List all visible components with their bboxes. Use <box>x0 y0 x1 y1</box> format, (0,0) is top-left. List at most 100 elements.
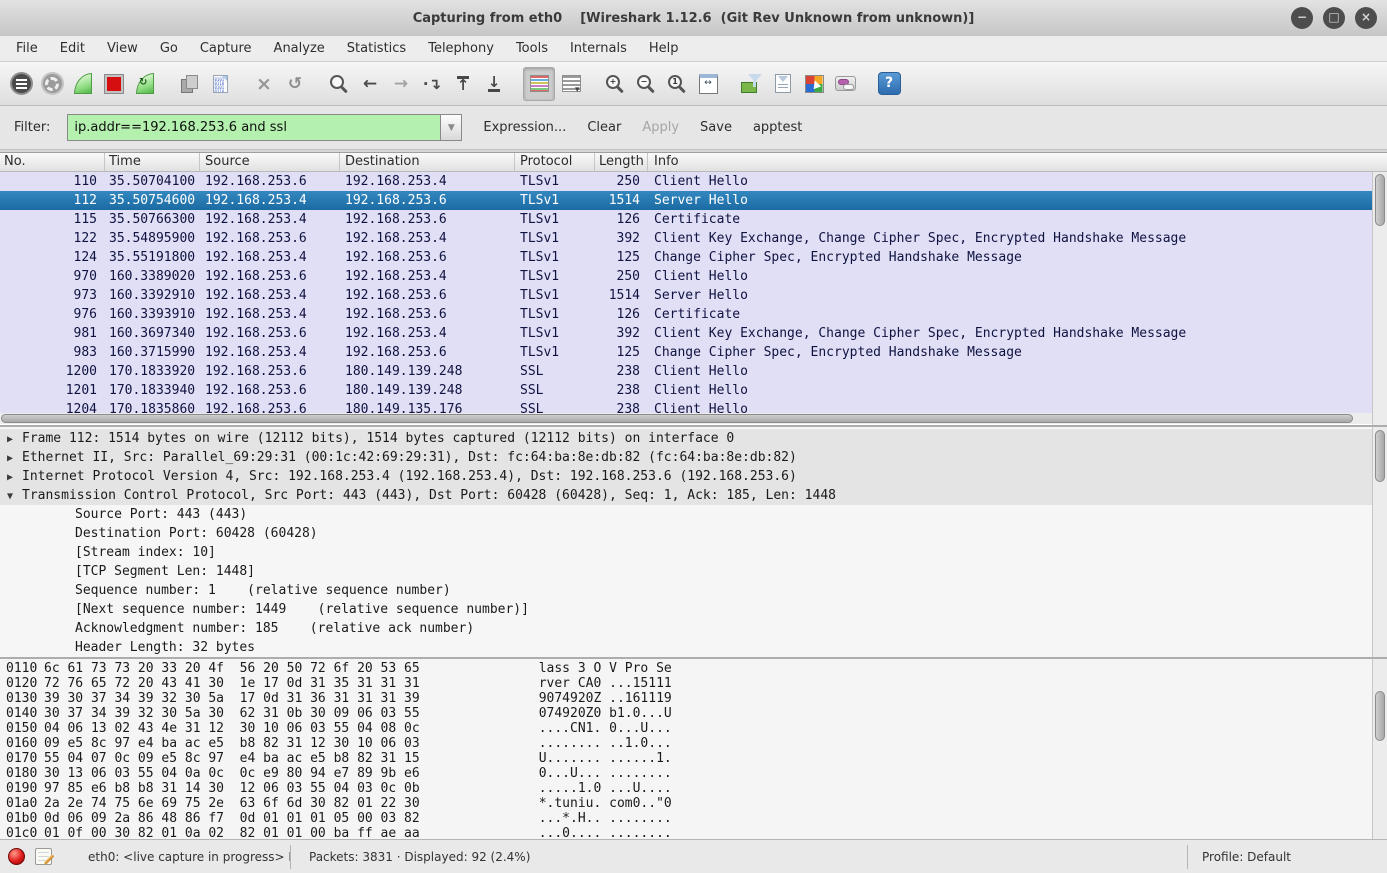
save-button[interactable]: Save <box>700 120 732 135</box>
menu-item-edit[interactable]: Edit <box>49 36 96 61</box>
hex-row[interactable]: 013039 30 37 34 39 32 30 5a 17 0d 31 36 … <box>0 691 1372 706</box>
detail-row[interactable]: Destination Port: 60428 (60428) <box>0 524 1372 543</box>
packet-row[interactable]: 973160.3392910192.168.253.4192.168.253.6… <box>0 286 1372 305</box>
column-header-no[interactable]: No. <box>0 153 105 171</box>
stop-capture-button[interactable] <box>99 68 129 100</box>
expert-info-icon[interactable] <box>8 848 25 865</box>
detail-row[interactable]: [Next sequence number: 1449 (relative se… <box>0 600 1372 619</box>
menu-item-capture[interactable]: Capture <box>189 36 263 61</box>
hex-row[interactable]: 019097 85 e6 b8 b8 31 14 30 12 06 03 55 … <box>0 781 1372 796</box>
vertical-scrollbar-thumb[interactable] <box>1375 174 1385 226</box>
hex-row[interactable]: 01a02a 2e 74 75 6e 69 75 2e 63 6f 6d 30 … <box>0 796 1372 811</box>
column-header-protocol[interactable]: Protocol <box>515 153 595 171</box>
detail-row[interactable]: Acknowledgment number: 185 (relative ack… <box>0 619 1372 638</box>
list-interfaces-button[interactable] <box>6 68 36 100</box>
menu-item-statistics[interactable]: Statistics <box>336 36 417 61</box>
hex-row[interactable]: 016009 e5 8c 97 e4 ba ac e5 b8 82 31 12 … <box>0 736 1372 751</box>
vertical-scrollbar-thumb[interactable] <box>1375 691 1385 741</box>
menu-item-file[interactable]: File <box>5 36 49 61</box>
maximize-button[interactable]: □ <box>1323 7 1345 29</box>
hex-row[interactable]: 01106c 61 73 73 20 33 20 4f 56 20 50 72 … <box>0 661 1372 676</box>
go-to-bottom-button[interactable]: ↓ <box>479 68 509 100</box>
clear-button[interactable]: Clear <box>587 120 621 135</box>
detail-row[interactable]: [Stream index: 10] <box>0 543 1372 562</box>
reload-button[interactable]: ↺ <box>280 68 310 100</box>
menu-item-tools[interactable]: Tools <box>505 36 559 61</box>
packet-row[interactable]: 976160.3393910192.168.253.4192.168.253.6… <box>0 305 1372 324</box>
hex-row[interactable]: 015004 06 13 02 43 4e 31 12 30 10 06 03 … <box>0 721 1372 736</box>
restart-capture-button[interactable]: ↻ <box>130 68 160 100</box>
hex-row[interactable]: 018030 13 06 03 55 04 0a 0c 0c e9 80 94 … <box>0 766 1372 781</box>
expander-collapsed-icon[interactable]: ▶ <box>7 449 22 467</box>
expression-button[interactable]: Expression... <box>483 120 566 135</box>
menu-item-go[interactable]: Go <box>149 36 189 61</box>
hex-row[interactable]: 01c001 0f 00 30 82 01 0a 02 82 01 01 00 … <box>0 826 1372 839</box>
column-header-source[interactable]: Source <box>200 153 340 171</box>
close-file-button[interactable]: × <box>249 68 279 100</box>
detail-row[interactable]: ▼Transmission Control Protocol, Src Port… <box>0 486 1372 505</box>
zoom-out-button[interactable]: − <box>631 68 661 100</box>
column-header-destination[interactable]: Destination <box>340 153 515 171</box>
detail-row[interactable]: Sequence number: 1 (relative sequence nu… <box>0 581 1372 600</box>
apptest-button[interactable]: apptest <box>753 120 802 135</box>
capture-comment-icon[interactable] <box>35 848 52 865</box>
packet-list-horizontal-scrollbar[interactable] <box>0 413 1372 424</box>
save-file-button[interactable] <box>205 68 235 100</box>
help-button[interactable]: ? <box>874 68 904 100</box>
capture-filters-button[interactable] <box>737 68 767 100</box>
packet-row[interactable]: 11235.50754600192.168.253.4192.168.253.6… <box>0 191 1372 210</box>
hex-vertical-scrollbar[interactable] <box>1372 659 1387 839</box>
go-to-packet-button[interactable]: ·↴ <box>417 68 447 100</box>
vertical-scrollbar-thumb[interactable] <box>1375 430 1385 482</box>
packet-row[interactable]: 12235.54895900192.168.253.6192.168.253.4… <box>0 229 1372 248</box>
zoom-100-button[interactable]: 1 <box>662 68 692 100</box>
detail-row[interactable]: Header Length: 32 bytes <box>0 638 1372 657</box>
open-file-button[interactable] <box>174 68 204 100</box>
packet-row[interactable]: 1201170.1833940192.168.253.6180.149.139.… <box>0 381 1372 400</box>
menu-item-telephony[interactable]: Telephony <box>417 36 505 61</box>
filter-input[interactable] <box>67 114 440 141</box>
column-header-length[interactable]: Length <box>595 153 648 171</box>
column-header-time[interactable]: Time <box>105 153 200 171</box>
packet-row[interactable]: 981160.3697340192.168.253.6192.168.253.4… <box>0 324 1372 343</box>
capture-options-button[interactable] <box>37 68 67 100</box>
profile-text[interactable]: Profile: Default <box>1187 845 1387 869</box>
packet-row[interactable]: 11035.50704100192.168.253.6192.168.253.4… <box>0 172 1372 191</box>
go-back-button[interactable]: ← <box>355 68 385 100</box>
expander-collapsed-icon[interactable]: ▶ <box>7 468 22 486</box>
hex-row[interactable]: 012072 76 65 72 20 43 41 30 1e 17 0d 31 … <box>0 676 1372 691</box>
packet-row[interactable]: 12435.55191800192.168.253.4192.168.253.6… <box>0 248 1372 267</box>
expander-expanded-icon[interactable]: ▼ <box>7 487 22 505</box>
minimize-button[interactable]: − <box>1291 7 1313 29</box>
column-header-info[interactable]: Info <box>648 153 1387 171</box>
menu-item-view[interactable]: View <box>96 36 149 61</box>
menu-item-help[interactable]: Help <box>638 36 690 61</box>
start-capture-button[interactable] <box>68 68 98 100</box>
detail-row[interactable]: ▶Internet Protocol Version 4, Src: 192.1… <box>0 467 1372 486</box>
menu-item-analyze[interactable]: Analyze <box>263 36 336 61</box>
detail-row[interactable]: ▶Frame 112: 1514 bytes on wire (12112 bi… <box>0 429 1372 448</box>
packet-row[interactable]: 11535.50766300192.168.253.4192.168.253.6… <box>0 210 1372 229</box>
hex-row[interactable]: 01b00d 06 09 2a 86 48 86 f7 0d 01 01 01 … <box>0 811 1372 826</box>
detail-row[interactable]: ▶Ethernet II, Src: Parallel_69:29:31 (00… <box>0 448 1372 467</box>
close-button[interactable]: × <box>1355 7 1377 29</box>
auto-scroll-button[interactable] <box>556 68 586 100</box>
hex-row[interactable]: 014030 37 34 39 32 30 5a 30 62 31 0b 30 … <box>0 706 1372 721</box>
find-packet-button[interactable] <box>324 68 354 100</box>
go-to-top-button[interactable]: ↑ <box>448 68 478 100</box>
detail-row[interactable]: [TCP Segment Len: 1448] <box>0 562 1372 581</box>
expander-collapsed-icon[interactable]: ▶ <box>7 430 22 448</box>
filter-dropdown-button[interactable]: ▼ <box>440 114 462 141</box>
display-filters-button[interactable] <box>768 68 798 100</box>
apply-button[interactable]: Apply <box>642 120 679 135</box>
resize-columns-button[interactable]: ↔ <box>693 68 723 100</box>
detail-row[interactable]: Source Port: 443 (443) <box>0 505 1372 524</box>
go-forward-button[interactable]: → <box>386 68 416 100</box>
horizontal-scrollbar-thumb[interactable] <box>1 414 1353 423</box>
details-vertical-scrollbar[interactable] <box>1372 427 1387 657</box>
colorize-packets-button[interactable] <box>523 67 555 101</box>
hex-row[interactable]: 017055 04 07 0c 09 e5 8c 97 e4 ba ac e5 … <box>0 751 1372 766</box>
coloring-rules-button[interactable] <box>799 68 829 100</box>
preferences-button[interactable] <box>830 68 860 100</box>
zoom-in-button[interactable]: + <box>600 68 630 100</box>
